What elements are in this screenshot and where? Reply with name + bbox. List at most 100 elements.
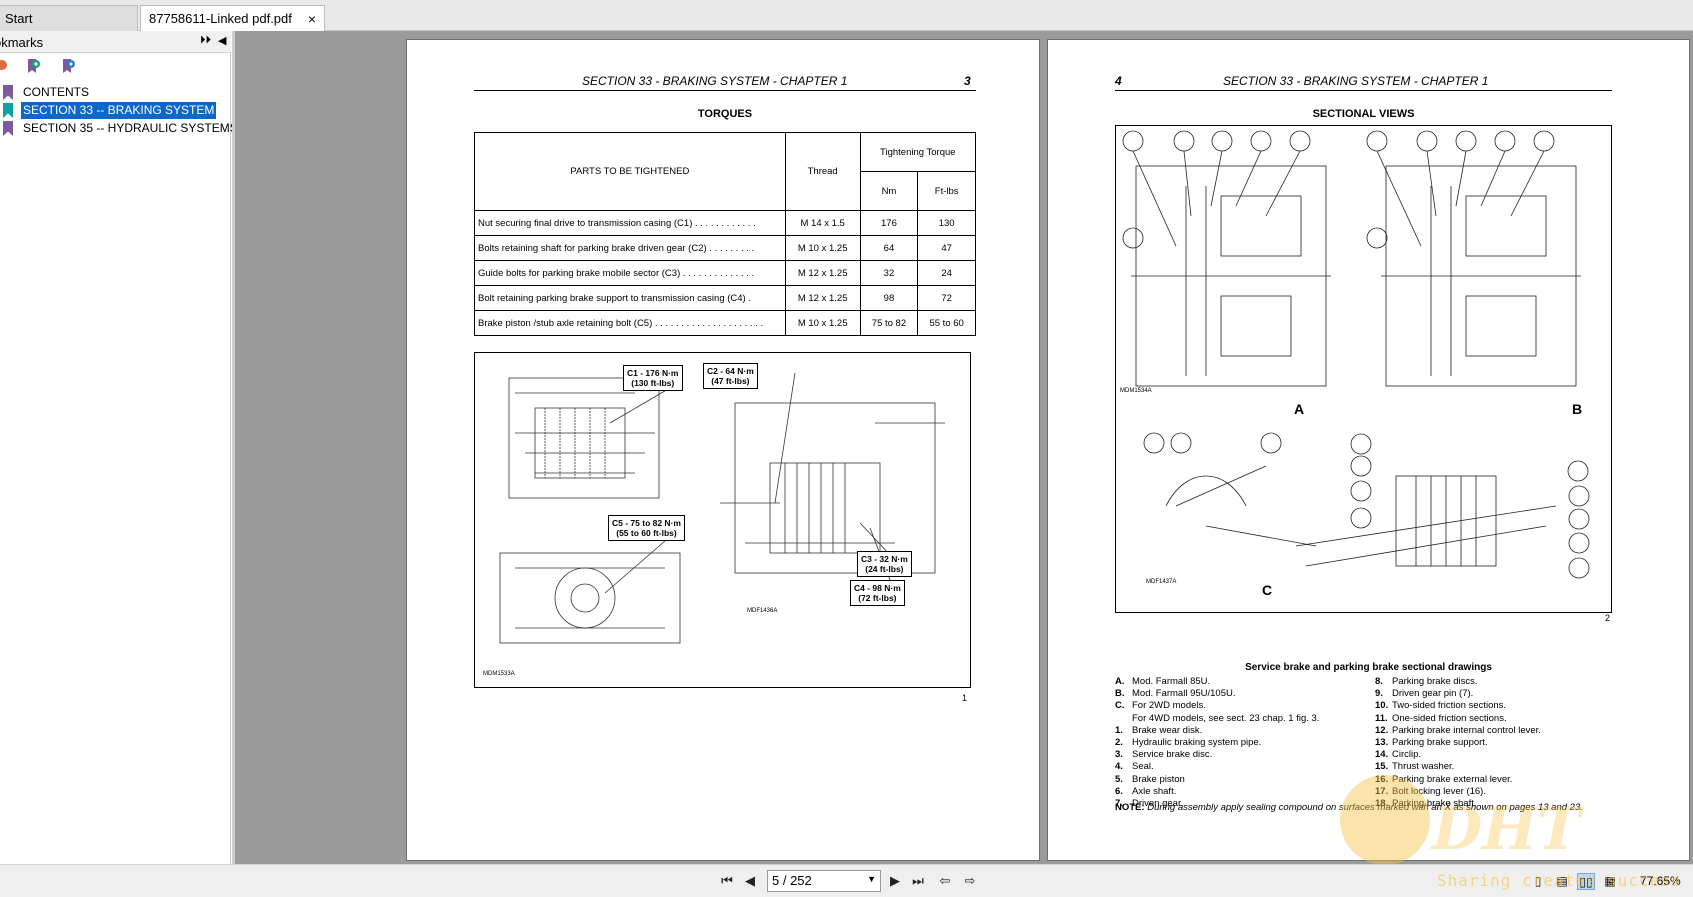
tab-start[interactable]: Start bbox=[0, 5, 138, 31]
legend-row: 2. Hydraulic braking system pipe. bbox=[1115, 737, 1262, 749]
bookmark-label: SECTION 35 -- HYDRAULIC SYSTEMS bbox=[23, 121, 238, 135]
bookmark-flag-icon bbox=[3, 121, 13, 136]
callout-c4: C4 - 98 N·m (72 ft-lbs) bbox=[850, 580, 905, 606]
bookmark-item-section-33[interactable]: SECTION 33 -- BRAKING SYSTEM bbox=[0, 102, 231, 119]
legend-row: 11. One-sided friction sections. bbox=[1375, 712, 1507, 724]
callout-c1: C1 - 176 N·m (130 ft-lbs) bbox=[623, 365, 683, 391]
expand-all-icon[interactable]: ⏵⏵ bbox=[200, 34, 211, 47]
figure-number: 2 bbox=[1605, 613, 1611, 623]
cell-nm: 75 to 82 bbox=[859, 310, 919, 336]
figure-caption: Service brake and parking brake sectiona… bbox=[1245, 662, 1492, 673]
table-row: Nut securing final drive to transmission… bbox=[474, 210, 976, 236]
table-header-parts: PARTS TO BE TIGHTENED bbox=[474, 132, 786, 211]
table-row: Bolt retaining parking brake support to … bbox=[474, 285, 976, 311]
bookmarks-panel: okmarks ⏵⏵ ◀ CONTENTS SECTION 33 -- BRAK… bbox=[0, 31, 238, 864]
legend-row: A. Mod. Farmall 85U. bbox=[1115, 676, 1211, 687]
section-title: TORQUES bbox=[697, 108, 753, 120]
page-4: 4 SECTION 33 - BRAKING SYSTEM - CHAPTER … bbox=[1047, 39, 1690, 861]
callout-c3: C3 - 32 N·m (24 ft-lbs) bbox=[857, 551, 912, 577]
legend-row: 6. Axle shaft. bbox=[1115, 785, 1177, 797]
next-page-icon[interactable]: ▶ bbox=[886, 872, 904, 890]
cell-nm: 98 bbox=[859, 285, 919, 311]
torque-table: PARTS TO BE TIGHTENED Thread Tightening … bbox=[474, 132, 977, 336]
bookmark-toolbar bbox=[0, 58, 231, 78]
pdf-viewer-window: Start 87758611-Linked pdf.pdf × okmarks … bbox=[0, 0, 1693, 897]
bookmark-label: CONTENTS bbox=[23, 85, 89, 99]
legend-row: 10. Two-sided friction sections. bbox=[1375, 700, 1507, 712]
cell-part: Bolt retaining parking brake support to … bbox=[474, 285, 786, 311]
legend-row: 8. Parking brake discs. bbox=[1375, 676, 1478, 687]
bookmark-item-contents[interactable]: CONTENTS bbox=[0, 84, 231, 101]
bookmark-flag-icon bbox=[3, 103, 13, 118]
table-header-nm: Nm bbox=[859, 171, 919, 211]
torque-drawing bbox=[499, 372, 945, 644]
add-bookmark-icon[interactable] bbox=[25, 58, 41, 74]
cell-part: Bolts retaining shaft for parking brake … bbox=[474, 235, 786, 261]
table-header-torque: Tightening Torque bbox=[859, 132, 977, 172]
callout-c2: C2 - 64 N·m (47 ft-lbs) bbox=[703, 363, 758, 389]
watermark-logo bbox=[1340, 775, 1430, 865]
collapse-panel-icon[interactable]: ◀ bbox=[218, 34, 226, 47]
delete-bookmark-icon[interactable] bbox=[0, 58, 10, 74]
torque-figure: C1 - 176 N·m (130 ft-lbs) C2 - 64 N·m (47 … bbox=[474, 352, 971, 688]
figure-number: 1 bbox=[962, 693, 968, 703]
cell-ftlbs: 130 bbox=[917, 210, 976, 236]
table-row: Brake piston /stub axle retaining bolt (… bbox=[474, 310, 976, 336]
note-label: NOTE: bbox=[1115, 802, 1145, 813]
previous-view-icon[interactable]: ⇦ bbox=[936, 872, 954, 890]
table-row: Guide bolts for parking brake mobile sec… bbox=[474, 260, 976, 286]
table-header-ftlbs: Ft-lbs bbox=[917, 171, 976, 211]
bookmark-item-section-35[interactable]: SECTION 35 -- HYDRAULIC SYSTEMS bbox=[0, 120, 238, 137]
dropdown-arrow-icon[interactable]: ▼ bbox=[867, 874, 876, 884]
close-icon[interactable]: × bbox=[308, 11, 316, 27]
legend-row: 15. Thrust washer. bbox=[1375, 761, 1455, 773]
view-label-b: B bbox=[1572, 401, 1583, 417]
figure-code: MDF1437A bbox=[1146, 579, 1177, 585]
page-header: SECTION 33 - BRAKING SYSTEM - CHAPTER 1 bbox=[1223, 74, 1489, 88]
legend-row: 3. Service brake disc. bbox=[1115, 749, 1213, 761]
bubbles-a bbox=[1122, 130, 1311, 249]
legend-row: 13. Parking brake support. bbox=[1375, 737, 1488, 749]
legend-row: 12. Parking brake internal control lever. bbox=[1375, 724, 1541, 736]
legend-row: For 4WD models, see sect. 23 chap. 1 fig… bbox=[1132, 712, 1320, 724]
view-label-a: A bbox=[1294, 401, 1305, 417]
prev-page-icon[interactable]: ◀ bbox=[741, 872, 759, 890]
page-number-value: 5 / 252 bbox=[772, 873, 812, 888]
table-row: Bolts retaining shaft for parking brake … bbox=[474, 235, 976, 261]
page-number-field[interactable]: 5 / 252 ▼ bbox=[767, 870, 881, 892]
tab-bar: Start 87758611-Linked pdf.pdf × bbox=[0, 0, 1693, 31]
sectional-drawing bbox=[1122, 130, 1590, 579]
tab-start-label: Start bbox=[5, 11, 33, 26]
bookmark-properties-icon[interactable] bbox=[60, 58, 76, 74]
page-header: SECTION 33 - BRAKING SYSTEM - CHAPTER 1 bbox=[582, 74, 848, 88]
page-number: 4 bbox=[1115, 74, 1122, 88]
first-page-icon[interactable]: ⏮ bbox=[718, 872, 736, 890]
section-title: SECTIONAL VIEWS bbox=[1312, 108, 1415, 120]
cell-thread: M 14 x 1.5 bbox=[784, 210, 861, 236]
cell-nm: 32 bbox=[859, 260, 919, 286]
legend-row: B. Mod. Farmall 95U/105U. bbox=[1115, 688, 1236, 700]
cell-nm: 64 bbox=[859, 235, 919, 261]
view-label-c: C bbox=[1262, 582, 1273, 598]
document-view[interactable]: SECTION 33 - BRAKING SYSTEM - CHAPTER 1 … bbox=[235, 31, 1693, 864]
cell-ftlbs: 55 to 60 bbox=[917, 310, 976, 336]
tab-document-label: 87758611-Linked pdf.pdf bbox=[149, 11, 292, 26]
cell-part: Brake piston /stub axle retaining bolt (… bbox=[474, 310, 786, 336]
figure-code: MDF1436A bbox=[747, 608, 778, 614]
table-header-thread: Thread bbox=[784, 132, 861, 211]
cell-part: Nut securing final drive to transmission… bbox=[474, 210, 786, 236]
cell-thread: M 12 x 1.25 bbox=[784, 285, 861, 311]
header-rule bbox=[474, 90, 976, 91]
cell-ftlbs: 47 bbox=[917, 235, 976, 261]
watermark-text: DHT bbox=[1432, 795, 1581, 863]
last-page-icon[interactable]: ⏭ bbox=[909, 872, 927, 890]
bookmark-flag-icon bbox=[3, 85, 13, 100]
legend-row: C. For 2WD models. bbox=[1115, 700, 1206, 712]
page-3: SECTION 33 - BRAKING SYSTEM - CHAPTER 1 … bbox=[406, 39, 1040, 861]
next-view-icon[interactable]: ⇨ bbox=[961, 872, 979, 890]
legend-row: 1. Brake wear disk. bbox=[1115, 724, 1203, 736]
tab-document[interactable]: 87758611-Linked pdf.pdf × bbox=[140, 5, 325, 31]
legend-row: 5. Brake piston bbox=[1115, 773, 1185, 785]
header-rule bbox=[1115, 90, 1612, 91]
watermark-tagline: Sharing creates success bbox=[1437, 871, 1682, 890]
